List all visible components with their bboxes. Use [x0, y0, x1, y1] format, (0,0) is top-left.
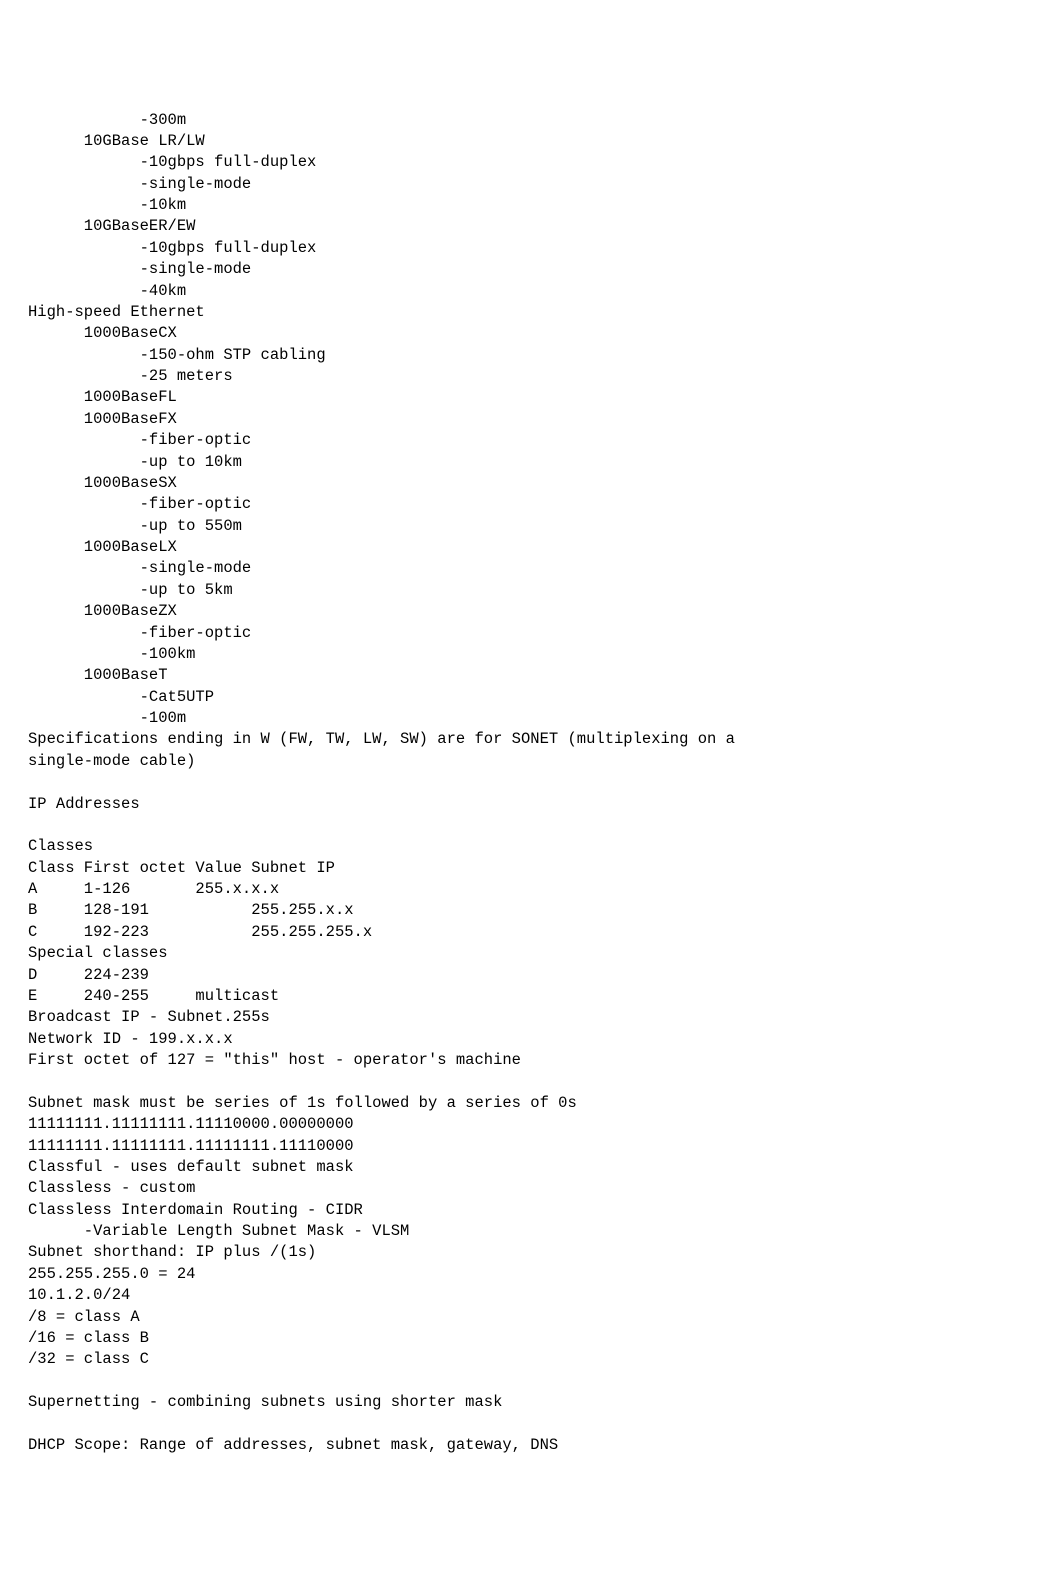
text-line: -up to 10km	[28, 452, 1034, 473]
text-line: -40km	[28, 281, 1034, 302]
text-line: E 240-255 multicast	[28, 986, 1034, 1007]
text-line: 10GBaseER/EW	[28, 216, 1034, 237]
text-line: -10km	[28, 195, 1034, 216]
text-line: Broadcast IP - Subnet.255s	[28, 1007, 1034, 1028]
document-body: -300m 10GBase LR/LW -10gbps full-duplex …	[28, 110, 1034, 1457]
text-line: /16 = class B	[28, 1328, 1034, 1349]
text-line: Class First octet Value Subnet IP	[28, 858, 1034, 879]
text-line: High-speed Ethernet	[28, 302, 1034, 323]
text-line: -up to 5km	[28, 580, 1034, 601]
text-line: -fiber-optic	[28, 494, 1034, 515]
text-line: 10.1.2.0/24	[28, 1285, 1034, 1306]
text-line: -150-ohm STP cabling	[28, 345, 1034, 366]
text-line: 255.255.255.0 = 24	[28, 1264, 1034, 1285]
text-line: 1000BaseFL	[28, 387, 1034, 408]
text-line: -10gbps full-duplex	[28, 152, 1034, 173]
text-line: 11111111.11111111.11111111.11110000	[28, 1136, 1034, 1157]
text-line: -25 meters	[28, 366, 1034, 387]
text-line: -up to 550m	[28, 516, 1034, 537]
text-line: 1000BaseT	[28, 665, 1034, 686]
text-line: -single-mode	[28, 174, 1034, 195]
text-line: 11111111.11111111.11110000.00000000	[28, 1114, 1034, 1135]
text-line: -fiber-optic	[28, 430, 1034, 451]
text-line: Network ID - 199.x.x.x	[28, 1029, 1034, 1050]
text-line: -100m	[28, 708, 1034, 729]
text-line: -single-mode	[28, 259, 1034, 280]
text-line	[28, 1071, 1034, 1092]
text-line	[28, 772, 1034, 793]
text-line: -Cat5UTP	[28, 687, 1034, 708]
text-line: -single-mode	[28, 558, 1034, 579]
text-line: -100km	[28, 644, 1034, 665]
text-line: Classes	[28, 836, 1034, 857]
text-line: Specifications ending in W (FW, TW, LW, …	[28, 729, 1034, 750]
text-line	[28, 815, 1034, 836]
text-line: 1000BaseFX	[28, 409, 1034, 430]
text-line: B 128-191 255.255.x.x	[28, 900, 1034, 921]
text-line: Classless - custom	[28, 1178, 1034, 1199]
text-line: Subnet shorthand: IP plus /(1s)	[28, 1242, 1034, 1263]
text-line: IP Addresses	[28, 794, 1034, 815]
text-line: Supernetting - combining subnets using s…	[28, 1392, 1034, 1413]
text-line: 1000BaseCX	[28, 323, 1034, 344]
text-line: 10GBase LR/LW	[28, 131, 1034, 152]
text-line: 1000BaseZX	[28, 601, 1034, 622]
text-line: 1000BaseSX	[28, 473, 1034, 494]
text-line	[28, 1413, 1034, 1434]
text-line: /32 = class C	[28, 1349, 1034, 1370]
text-line: Subnet mask must be series of 1s followe…	[28, 1093, 1034, 1114]
text-line: Classful - uses default subnet mask	[28, 1157, 1034, 1178]
text-line: single-mode cable)	[28, 751, 1034, 772]
text-line: -10gbps full-duplex	[28, 238, 1034, 259]
text-line	[28, 1371, 1034, 1392]
text-line: -300m	[28, 110, 1034, 131]
text-line: Special classes	[28, 943, 1034, 964]
text-line: DHCP Scope: Range of addresses, subnet m…	[28, 1435, 1034, 1456]
text-line: C 192-223 255.255.255.x	[28, 922, 1034, 943]
text-line: 1000BaseLX	[28, 537, 1034, 558]
text-line: A 1-126 255.x.x.x	[28, 879, 1034, 900]
text-line: First octet of 127 = "this" host - opera…	[28, 1050, 1034, 1071]
text-line: Classless Interdomain Routing - CIDR	[28, 1200, 1034, 1221]
text-line: -Variable Length Subnet Mask - VLSM	[28, 1221, 1034, 1242]
text-line: -fiber-optic	[28, 623, 1034, 644]
text-line: D 224-239	[28, 965, 1034, 986]
text-line: /8 = class A	[28, 1307, 1034, 1328]
